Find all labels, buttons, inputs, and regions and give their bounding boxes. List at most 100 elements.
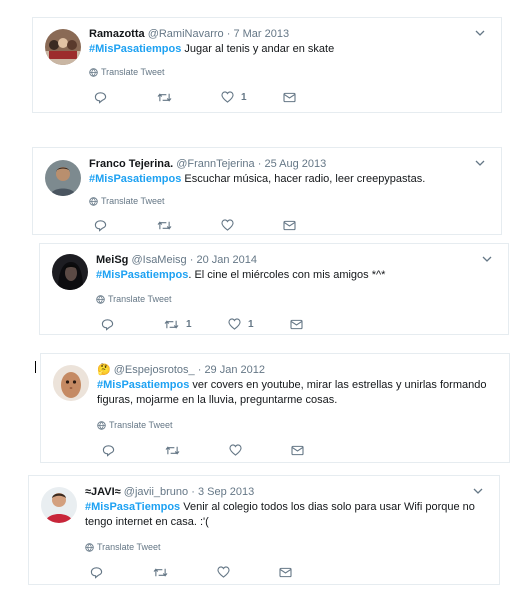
retweet-button[interactable]: 1 (164, 316, 192, 332)
avatar[interactable] (45, 29, 81, 65)
tweet-body-line2: figuras, mojarme en la lluvia, preguntar… (97, 394, 338, 406)
message-button[interactable] (291, 442, 304, 458)
reply-button[interactable] (101, 316, 114, 332)
translate-tweet-link[interactable]: Translate Tweet (96, 294, 172, 304)
translate-label: Translate Tweet (108, 294, 172, 304)
hashtag-link[interactable]: #MisPasatiempos (89, 43, 181, 55)
tweet-actions: 1 1 (96, 316, 306, 332)
user-handle[interactable]: @IsaMeisg (131, 254, 186, 266)
reply-button[interactable] (94, 217, 107, 233)
tweet-text: #MisPasatiempos. El cine el miércoles co… (96, 268, 385, 283)
display-name[interactable]: Franco Tejerina. (89, 158, 173, 170)
chevron-down-icon[interactable] (471, 484, 485, 498)
separator: · (197, 364, 202, 376)
translate-label: Translate Tweet (101, 196, 165, 206)
tweet-header: 🤔 @Espejosrotos_ · 29 Jan 2012 (97, 363, 265, 377)
tweet-card[interactable]: 🤔 @Espejosrotos_ · 29 Jan 2012 #MisPasat… (40, 353, 510, 463)
reply-button[interactable] (102, 442, 115, 458)
hashtag-link[interactable]: #MisPasatiempos (96, 269, 188, 281)
person-red-shirt-avatar-icon (41, 487, 77, 523)
tweet-header: Ramazotta @RamiNavarro · 7 Mar 2013 (89, 27, 289, 41)
hashtag-link[interactable]: #MisPasatiempos (97, 379, 189, 391)
like-button[interactable] (221, 217, 241, 233)
tweet-actions (89, 217, 299, 233)
translate-label: Translate Tweet (97, 542, 161, 552)
retweet-icon (157, 92, 172, 102)
person-photo-avatar-icon (45, 160, 81, 196)
heart-icon (229, 444, 242, 456)
retweet-count: 1 (186, 318, 192, 330)
like-count: 1 (241, 91, 247, 103)
like-button[interactable]: 1 (228, 316, 254, 332)
message-button[interactable] (290, 316, 303, 332)
reply-icon (101, 318, 114, 331)
tweet-body: ver covers en youtube, mirar las estrell… (189, 379, 487, 391)
retweet-icon (157, 220, 172, 230)
reply-icon (94, 219, 107, 232)
message-button[interactable] (279, 564, 292, 580)
retweet-button[interactable] (165, 442, 187, 458)
display-name[interactable]: ≈JAVI≈ (85, 486, 121, 498)
message-button[interactable] (283, 217, 296, 233)
tweet-actions: 1 (89, 89, 299, 105)
tweet-actions (97, 442, 307, 458)
user-handle[interactable]: @javii_bruno (124, 486, 188, 498)
retweet-button[interactable] (157, 89, 179, 105)
globe-icon (89, 196, 98, 206)
translate-tweet-link[interactable]: Translate Tweet (89, 67, 165, 77)
like-button[interactable]: 1 (221, 89, 247, 105)
tweet-card[interactable]: Ramazotta @RamiNavarro · 7 Mar 2013 #Mis… (32, 17, 502, 113)
avatar[interactable] (45, 160, 81, 196)
envelope-icon (279, 567, 292, 577)
message-button[interactable] (283, 89, 296, 105)
reply-button[interactable] (94, 89, 107, 105)
tweet-date[interactable]: 20 Jan 2014 (196, 254, 257, 266)
hashtag-link[interactable]: #MisPasaTiempos (85, 501, 180, 513)
globe-icon (85, 542, 94, 552)
avatar[interactable] (41, 487, 77, 523)
translate-label: Translate Tweet (109, 420, 173, 430)
avatar[interactable] (53, 365, 89, 401)
retweet-button[interactable] (157, 217, 179, 233)
tweet-text: #MisPasatiempos ver covers en youtube, m… (97, 378, 486, 408)
like-button[interactable] (217, 564, 237, 580)
chevron-down-icon[interactable] (480, 252, 494, 266)
tweet-text: #MisPasaTiempos Venir al colegio todos l… (85, 500, 475, 530)
user-handle[interactable]: @Espejosrotos_ (114, 364, 195, 376)
tweet-body: Jugar al tenis y andar en skate (181, 43, 335, 55)
hashtag-link[interactable]: #MisPasatiempos (89, 173, 181, 185)
retweet-button[interactable] (153, 564, 175, 580)
retweet-icon (153, 567, 168, 577)
tweet-card[interactable]: MeiSg @IsaMeisg · 20 Jan 2014 #MisPasati… (39, 243, 509, 335)
user-handle[interactable]: @FrannTejerina (176, 158, 254, 170)
reply-button[interactable] (90, 564, 103, 580)
translate-tweet-link[interactable]: Translate Tweet (97, 420, 173, 430)
chevron-down-icon[interactable] (473, 26, 487, 40)
tweet-date[interactable]: 7 Mar 2013 (233, 28, 289, 40)
chevron-down-icon[interactable] (473, 156, 487, 170)
translate-tweet-link[interactable]: Translate Tweet (89, 196, 165, 206)
text-cursor (35, 361, 36, 373)
envelope-icon (291, 445, 304, 455)
translate-label: Translate Tweet (101, 67, 165, 77)
tweet-text: #MisPasatiempos Escuchar música, hacer r… (89, 172, 425, 187)
group-photo-avatar-icon (45, 29, 81, 65)
avatar[interactable] (52, 254, 88, 290)
tweet-header: Franco Tejerina. @FrannTejerina · 25 Aug… (89, 157, 326, 171)
tweet-body: Venir al colegio todos los dias solo par… (180, 501, 475, 513)
tweet-header: MeiSg @IsaMeisg · 20 Jan 2014 (96, 253, 257, 267)
translate-tweet-link[interactable]: Translate Tweet (85, 542, 161, 552)
separator: · (191, 486, 195, 498)
tweet-date[interactable]: 3 Sep 2013 (198, 486, 254, 498)
tweet-date[interactable]: 25 Aug 2013 (264, 158, 326, 170)
user-handle[interactable]: @RamiNavarro (148, 28, 224, 40)
tweet-card[interactable]: ≈JAVI≈ @javii_bruno · 3 Sep 2013 #MisPas… (28, 475, 500, 585)
tweet-body-line2: tengo internet en casa. :'( (85, 516, 209, 528)
tweet-body: Escuchar música, hacer radio, leer creep… (181, 173, 426, 185)
tweet-card[interactable]: Franco Tejerina. @FrannTejerina · 25 Aug… (32, 147, 502, 235)
display-name[interactable]: Ramazotta (89, 28, 145, 40)
display-name[interactable]: MeiSg (96, 254, 128, 266)
like-button[interactable] (229, 442, 249, 458)
reply-icon (102, 444, 115, 457)
tweet-date[interactable]: 29 Jan 2012 (204, 364, 265, 376)
